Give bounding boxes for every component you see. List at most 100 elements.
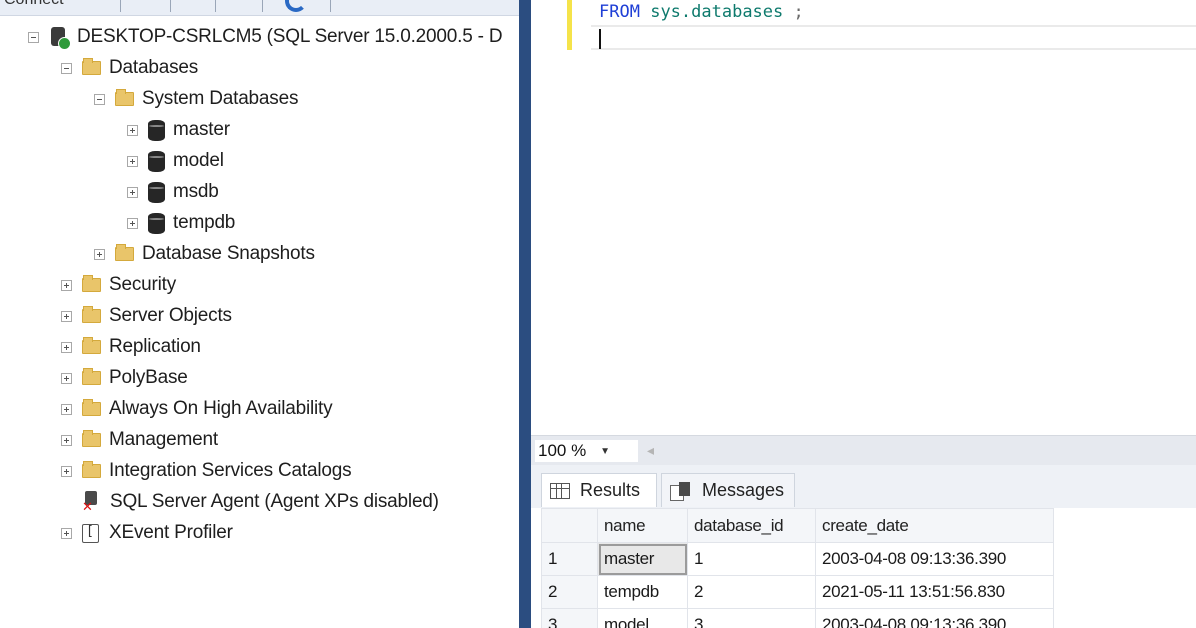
tree-node-always-on[interactable]: Always On High Availability [61, 395, 333, 423]
row-number-header[interactable] [541, 508, 598, 543]
folder-icon [82, 399, 101, 416]
database-icon [148, 119, 165, 141]
tree-node-label: Always On High Availability [109, 398, 333, 419]
server-icon [49, 26, 71, 50]
table-row[interactable]: 1 master 1 2003-04-08 09:13:36.390 [541, 542, 1054, 576]
dropdown-arrow-icon[interactable]: ▼ [600, 446, 610, 457]
tree-node-model[interactable]: model [127, 147, 224, 175]
row-number[interactable]: 2 [541, 575, 598, 609]
table-row[interactable]: 3 model 3 2003-04-08 09:13:36.390 [541, 608, 1054, 628]
row-number[interactable]: 1 [541, 542, 598, 576]
refresh-icon[interactable] [285, 0, 307, 12]
toolbar-separator [330, 0, 331, 12]
xevent-profiler-icon [82, 523, 99, 543]
tree-node-xevent-profiler[interactable]: XEvent Profiler [61, 519, 233, 547]
folder-icon [82, 430, 101, 447]
cell-name[interactable]: tempdb [597, 575, 688, 609]
expand-icon[interactable] [61, 434, 72, 446]
panel-splitter[interactable] [519, 0, 531, 628]
expand-icon[interactable] [61, 403, 72, 415]
folder-icon [82, 275, 101, 292]
sql-keyword: FROM [599, 2, 640, 22]
tree-node-label: Replication [109, 336, 201, 357]
zoom-value: 100 % [538, 441, 587, 460]
cell-create-date[interactable]: 2021-05-11 13:51:56.830 [815, 575, 1054, 609]
object-explorer-panel: Connect DESKTOP-CSRLCM5 (SQL Server 15.0… [0, 0, 519, 628]
tree-node-label: XEvent Profiler [109, 522, 233, 543]
code-line: FROM sys.databases ; [599, 2, 804, 22]
column-header-database-id[interactable]: database_id [687, 508, 816, 543]
cell-database-id[interactable]: 2 [687, 575, 816, 609]
tree-node-server[interactable]: DESKTOP-CSRLCM5 (SQL Server 15.0.2000.5 … [28, 23, 503, 51]
tree-node-label: Database Snapshots [142, 243, 315, 264]
tree-node-server-objects[interactable]: Server Objects [61, 302, 232, 330]
tree-node-label: SQL Server Agent (Agent XPs disabled) [110, 491, 439, 512]
results-table: name database_id create_date 1 master 1 … [541, 508, 1054, 628]
cell-create-date[interactable]: 2003-04-08 09:13:36.390 [815, 542, 1054, 576]
tree-node-label: Management [109, 429, 218, 450]
expand-icon[interactable] [61, 310, 72, 322]
folder-icon [82, 368, 101, 385]
column-header-create-date[interactable]: create_date [815, 508, 1054, 543]
expand-icon[interactable] [127, 155, 138, 167]
tree-node-polybase[interactable]: PolyBase [61, 364, 188, 392]
database-icon [148, 150, 165, 172]
tree-node-label: model [173, 150, 224, 171]
expand-icon[interactable] [61, 279, 72, 291]
tree-node-security[interactable]: Security [61, 271, 176, 299]
tab-messages[interactable]: Messages [661, 473, 795, 507]
database-icon [148, 212, 165, 234]
cell-name[interactable]: model [597, 608, 688, 628]
cell-create-date[interactable]: 2003-04-08 09:13:36.390 [815, 608, 1054, 628]
table-header-row: name database_id create_date [541, 508, 1054, 543]
tree-node-label: Server Objects [109, 305, 232, 326]
tree-node-tempdb[interactable]: tempdb [127, 209, 235, 237]
expand-icon[interactable] [127, 124, 138, 136]
folder-icon [115, 89, 134, 106]
collapse-icon[interactable] [28, 31, 39, 43]
tree-node-database-snapshots[interactable]: Database Snapshots [94, 240, 315, 268]
cell-database-id[interactable]: 3 [687, 608, 816, 628]
expand-icon[interactable] [127, 186, 138, 198]
collapse-icon[interactable] [61, 62, 72, 74]
object-explorer-toolbar: Connect [0, 0, 519, 16]
tree-node-integration-services[interactable]: Integration Services Catalogs [61, 457, 352, 485]
tree-node-label: Security [109, 274, 177, 295]
tab-results[interactable]: Results [541, 473, 657, 507]
expand-icon[interactable] [94, 248, 105, 260]
cell-database-id[interactable]: 1 [687, 542, 816, 576]
tree-node-sql-server-agent[interactable]: SQL Server Agent (Agent XPs disabled) [61, 488, 439, 516]
expand-icon[interactable] [61, 372, 72, 384]
tab-label: Results [580, 480, 641, 500]
scroll-left-icon[interactable]: ◂ [647, 442, 654, 459]
expand-icon[interactable] [61, 465, 72, 477]
editor-status-bar: 100 % ▼ ◂ [531, 435, 1196, 465]
tree-node-label: master [173, 119, 230, 140]
tree-node-master[interactable]: master [127, 116, 230, 144]
tree-node-label: PolyBase [109, 367, 188, 388]
connect-button[interactable]: Connect [4, 0, 64, 9]
current-line-highlight [591, 25, 1196, 50]
results-grid-icon [550, 482, 570, 499]
tree-node-management[interactable]: Management [61, 426, 218, 454]
expand-icon[interactable] [61, 341, 72, 353]
results-tab-strip: Results Messages [531, 465, 1196, 508]
results-grid[interactable]: name database_id create_date 1 master 1 … [541, 508, 1196, 628]
query-editor[interactable]: FROM sys.databases ; [531, 0, 1196, 435]
table-row[interactable]: 2 tempdb 2 2021-05-11 13:51:56.830 [541, 575, 1054, 609]
tree-node-databases[interactable]: Databases [61, 54, 198, 82]
tree-node-label: tempdb [173, 212, 236, 233]
tab-label: Messages [702, 480, 785, 500]
tree-node-msdb[interactable]: msdb [127, 178, 219, 206]
tree-node-label: msdb [173, 181, 219, 202]
text-caret [599, 29, 601, 49]
cell-name[interactable]: master [597, 542, 688, 576]
expand-icon[interactable] [61, 527, 72, 539]
tree-node-replication[interactable]: Replication [61, 333, 201, 361]
row-number[interactable]: 3 [541, 608, 598, 628]
column-header-name[interactable]: name [597, 508, 688, 543]
expand-icon[interactable] [127, 217, 138, 229]
zoom-dropdown[interactable]: 100 % ▼ [535, 440, 638, 462]
collapse-icon[interactable] [94, 93, 105, 105]
tree-node-system-databases[interactable]: System Databases [94, 85, 298, 113]
